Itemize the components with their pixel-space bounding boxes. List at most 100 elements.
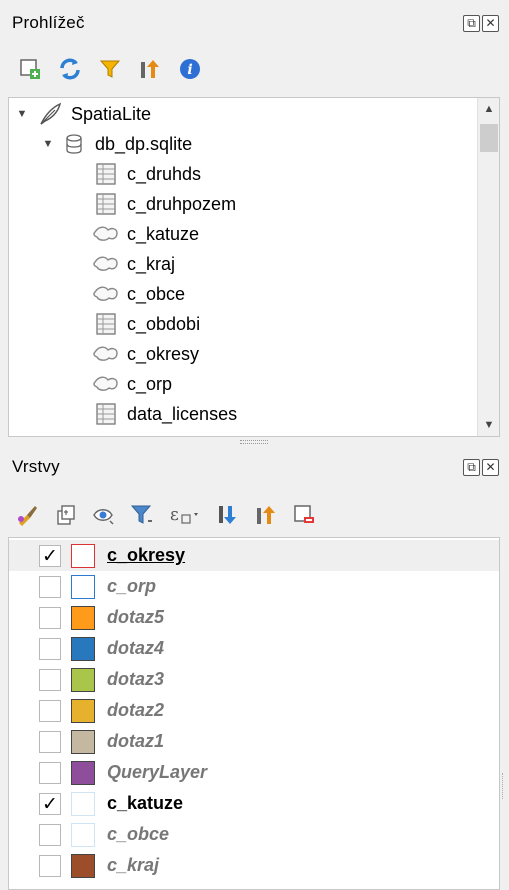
layers-panel-header: Vrstvy ⧉ ✕ xyxy=(0,444,509,490)
add-layer-icon[interactable] xyxy=(18,57,42,81)
float-panel-icon[interactable]: ⧉ xyxy=(463,14,480,32)
tree-item-db[interactable]: ▼ db_dp.sqlite xyxy=(41,130,192,158)
tree-item-c-kraj[interactable]: c_kraj xyxy=(93,250,175,278)
layer-name[interactable]: dotaz1 xyxy=(107,731,164,752)
layer-symbol-swatch[interactable] xyxy=(71,760,95,785)
collapse-all-icon[interactable] xyxy=(138,57,162,81)
layer-symbol-swatch[interactable] xyxy=(71,667,95,692)
layer-symbol-swatch[interactable] xyxy=(71,791,95,816)
layer-symbol-swatch[interactable] xyxy=(71,698,95,723)
properties-info-icon[interactable]: i xyxy=(178,57,202,81)
tree-item-c-orp[interactable]: c_orp xyxy=(93,370,172,398)
tree-item-label: data_licenses xyxy=(127,403,238,424)
layer-name[interactable]: c_okresy xyxy=(107,545,185,566)
scroll-up-icon[interactable]: ▲ xyxy=(478,98,499,120)
layer-name[interactable]: QueryLayer xyxy=(107,762,207,783)
tree-item-c-okresy[interactable]: c_okresy xyxy=(93,340,199,368)
layer-row-dotaz2[interactable]: dotaz2 xyxy=(9,695,499,726)
browser-scrollbar[interactable]: ▲ ▼ xyxy=(477,98,499,436)
layer-visibility-checkbox[interactable] xyxy=(39,606,61,629)
layer-name[interactable]: c_kraj xyxy=(107,855,159,876)
tree-item-label: c_druhds xyxy=(127,163,202,184)
browser-tree: ▼ SpatiaLite ▼ db_dp.sqlite c_druhds c_d… xyxy=(8,97,500,437)
layer-name[interactable]: dotaz2 xyxy=(107,700,164,721)
polygon-icon xyxy=(93,252,119,276)
layer-name[interactable]: c_orp xyxy=(107,576,156,597)
database-icon xyxy=(61,132,87,156)
layer-visibility-checkbox[interactable]: ✓ xyxy=(39,792,61,815)
close-panel-icon[interactable]: ✕ xyxy=(482,14,499,32)
polygon-icon xyxy=(93,282,119,306)
chevron-down-icon[interactable]: ▼ xyxy=(41,137,55,151)
layer-row-dotaz3[interactable]: dotaz3 xyxy=(9,664,499,695)
layer-symbol-swatch[interactable] xyxy=(71,543,95,568)
layer-row-c-obce[interactable]: c_obce xyxy=(9,819,499,850)
layers-tree: ✓ c_okresy c_orp dotaz5 dotaz4 dotaz3 do… xyxy=(8,537,500,890)
layer-visibility-checkbox[interactable] xyxy=(39,730,61,753)
expand-all-icon[interactable] xyxy=(216,503,240,527)
resize-grip[interactable] xyxy=(502,773,505,799)
table-icon xyxy=(93,402,119,426)
close-panel-icon[interactable]: ✕ xyxy=(482,458,499,476)
float-panel-icon[interactable]: ⧉ xyxy=(463,458,480,476)
scroll-down-icon[interactable]: ▼ xyxy=(478,414,499,436)
layer-visibility-checkbox[interactable] xyxy=(39,637,61,660)
layers-toolbar: ε xyxy=(0,492,509,538)
chevron-down-icon[interactable]: ▼ xyxy=(15,107,29,121)
layer-row-querylayer[interactable]: QueryLayer xyxy=(9,757,499,788)
layer-symbol-swatch[interactable] xyxy=(71,605,95,630)
layer-symbol-swatch[interactable] xyxy=(71,729,95,754)
polygon-icon xyxy=(93,342,119,366)
layer-row-dotaz4[interactable]: dotaz4 xyxy=(9,633,499,664)
collapse-all-icon[interactable] xyxy=(254,503,278,527)
layer-symbol-swatch[interactable] xyxy=(71,822,95,847)
layer-row-dotaz1[interactable]: dotaz1 xyxy=(9,726,499,757)
layer-symbol-swatch[interactable] xyxy=(71,853,95,878)
layer-visibility-checkbox[interactable]: ✓ xyxy=(39,544,61,567)
visibility-eye-icon[interactable] xyxy=(92,503,116,527)
layer-row-dotaz5[interactable]: dotaz5 xyxy=(9,602,499,633)
scrollbar-thumb[interactable] xyxy=(480,124,498,152)
tree-item-label: SpatiaLite xyxy=(71,103,152,124)
browser-panel-title: Prohlížeč xyxy=(12,13,85,32)
tree-item-label: db_dp.sqlite xyxy=(95,133,193,154)
tree-item-partial xyxy=(93,430,127,436)
layer-visibility-checkbox[interactable] xyxy=(39,854,61,877)
tree-item-label: c_druhpozem xyxy=(127,193,237,214)
layer-symbol-swatch[interactable] xyxy=(71,636,95,661)
table-icon xyxy=(93,312,119,336)
filter-icon[interactable] xyxy=(98,57,122,81)
filter-legend-icon[interactable] xyxy=(130,503,154,527)
layer-name[interactable]: dotaz4 xyxy=(107,638,164,659)
tree-item-spatialite[interactable]: ▼ SpatiaLite xyxy=(15,100,151,128)
style-brush-icon[interactable] xyxy=(16,503,40,527)
layer-visibility-checkbox[interactable] xyxy=(39,761,61,784)
layer-visibility-checkbox[interactable] xyxy=(39,668,61,691)
layer-visibility-checkbox[interactable] xyxy=(39,575,61,598)
tree-item-label: c_orp xyxy=(127,373,173,394)
layer-row-c-katuze[interactable]: ✓ c_katuze xyxy=(9,788,499,819)
layer-row-c-orp[interactable]: c_orp xyxy=(9,571,499,602)
tree-item-label: c_katuze xyxy=(127,223,200,244)
add-group-icon[interactable] xyxy=(54,503,78,527)
tree-item-c-druhds[interactable]: c_druhds xyxy=(93,160,201,188)
layer-name[interactable]: c_katuze xyxy=(107,793,183,814)
table-icon xyxy=(93,162,119,186)
layer-name[interactable]: c_obce xyxy=(107,824,169,845)
tree-item-c-katuze[interactable]: c_katuze xyxy=(93,220,199,248)
layer-name[interactable]: dotaz5 xyxy=(107,607,164,628)
layer-name[interactable]: dotaz3 xyxy=(107,669,164,690)
expression-filter-icon[interactable]: ε xyxy=(168,503,202,527)
tree-item-label: c_kraj xyxy=(127,253,176,274)
layer-visibility-checkbox[interactable] xyxy=(39,823,61,846)
tree-item-c-obce[interactable]: c_obce xyxy=(93,280,185,308)
layer-symbol-swatch[interactable] xyxy=(71,574,95,599)
remove-layer-icon[interactable] xyxy=(292,503,316,527)
tree-item-c-obdobi[interactable]: c_obdobi xyxy=(93,310,200,338)
layer-visibility-checkbox[interactable] xyxy=(39,699,61,722)
refresh-icon[interactable] xyxy=(58,57,82,81)
layer-row-c-kraj[interactable]: c_kraj xyxy=(9,850,499,881)
tree-item-data-licenses[interactable]: data_licenses xyxy=(93,400,237,428)
layer-row-c-okresy[interactable]: ✓ c_okresy xyxy=(9,540,499,571)
tree-item-c-druhpozem[interactable]: c_druhpozem xyxy=(93,190,236,218)
